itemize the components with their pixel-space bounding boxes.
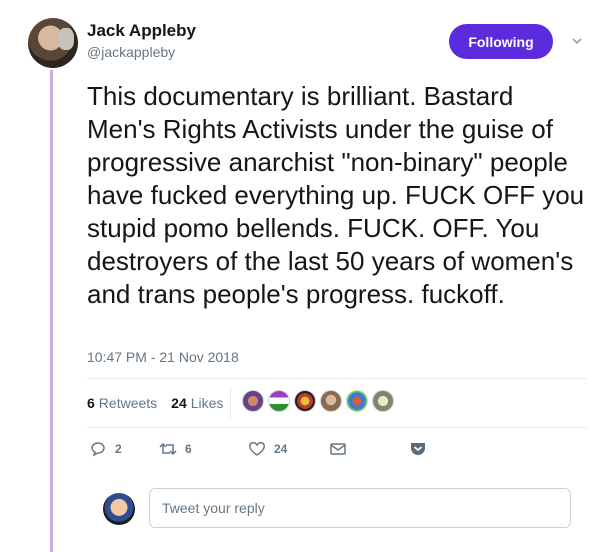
reply-input[interactable] bbox=[149, 488, 571, 528]
user-avatar bbox=[103, 493, 135, 525]
liker-avatars bbox=[242, 390, 394, 412]
liker-avatar[interactable] bbox=[242, 390, 264, 412]
tweet-stats: 6 Retweets 24 Likes bbox=[87, 395, 223, 411]
retweets-stat[interactable]: 6 Retweets bbox=[87, 395, 157, 411]
liker-avatar[interactable] bbox=[320, 390, 342, 412]
following-button[interactable]: Following bbox=[449, 24, 553, 59]
author-avatar[interactable] bbox=[28, 18, 78, 68]
liker-avatar[interactable] bbox=[346, 390, 368, 412]
retweet-icon bbox=[159, 442, 177, 456]
retweet-action[interactable]: 6 bbox=[159, 440, 192, 458]
like-count: 24 bbox=[274, 442, 288, 456]
likes-stat[interactable]: 24 Likes bbox=[171, 395, 223, 411]
direct-message-action[interactable] bbox=[329, 440, 347, 458]
reply-icon bbox=[91, 442, 105, 457]
divider bbox=[87, 378, 587, 379]
author-handle[interactable]: @jackappleby bbox=[87, 44, 175, 60]
divider bbox=[87, 427, 587, 428]
chevron-down-icon[interactable] bbox=[572, 36, 582, 46]
liker-avatar[interactable] bbox=[372, 390, 394, 412]
stats-separator bbox=[230, 387, 231, 419]
reply-action[interactable]: 2 bbox=[89, 440, 122, 458]
liker-avatar[interactable] bbox=[268, 390, 290, 412]
reply-count: 2 bbox=[115, 442, 122, 456]
author-name[interactable]: Jack Appleby bbox=[87, 21, 196, 41]
tweet-text: This documentary is brilliant. Bastard M… bbox=[87, 81, 585, 309]
envelope-icon bbox=[330, 443, 346, 455]
thread-line bbox=[50, 70, 53, 552]
like-action[interactable]: 24 bbox=[248, 440, 287, 458]
liker-avatar[interactable] bbox=[294, 390, 316, 412]
pocket-icon bbox=[411, 443, 425, 455]
tweet-timestamp[interactable]: 10:47 PM - 21 Nov 2018 bbox=[87, 349, 239, 365]
retweet-count: 6 bbox=[185, 442, 192, 456]
pocket-action[interactable] bbox=[409, 440, 427, 458]
heart-icon bbox=[249, 442, 265, 456]
